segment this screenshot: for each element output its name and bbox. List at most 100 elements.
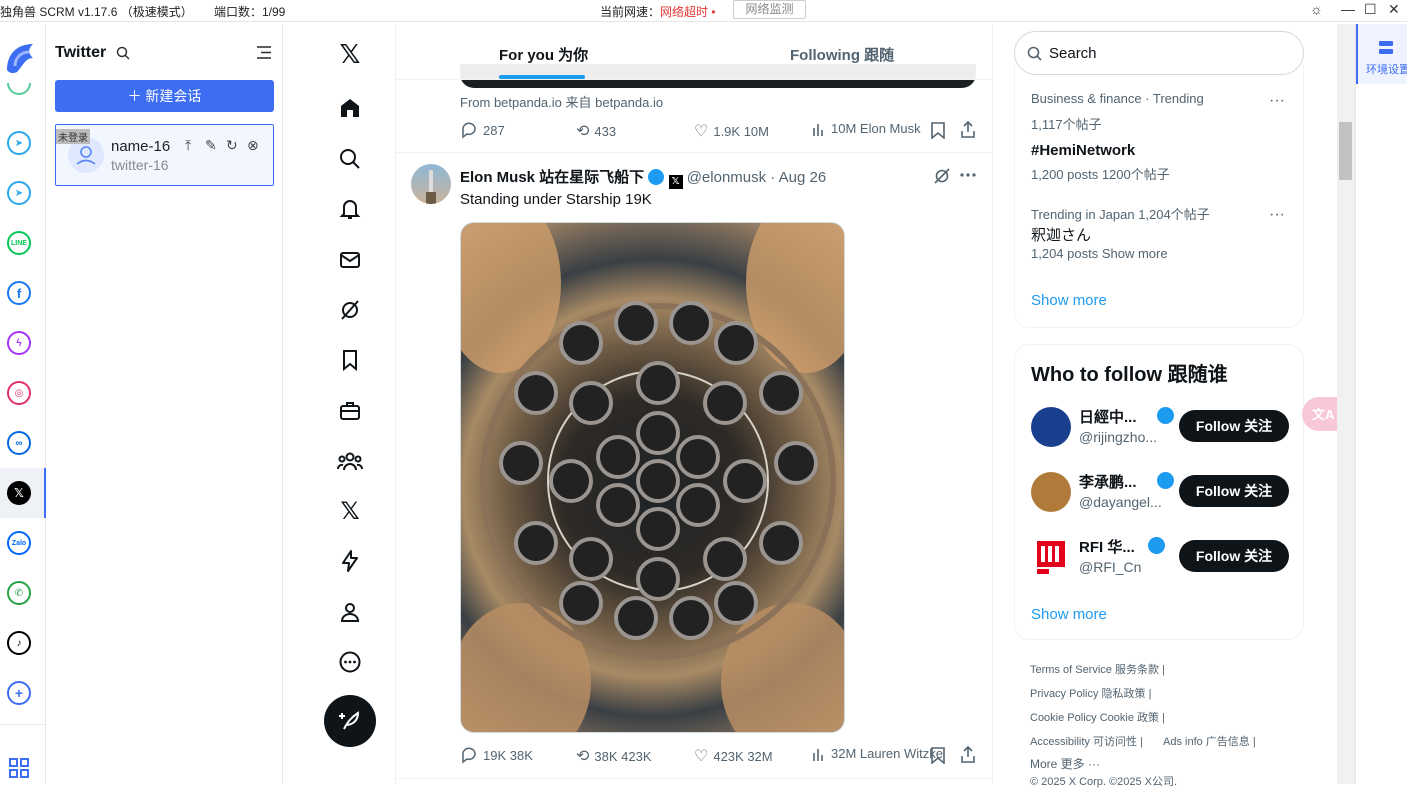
session-panel-title: Twitter (55, 44, 107, 61)
whatsapp-partial-icon[interactable] (7, 83, 31, 95)
add-app-icon[interactable]: + (7, 681, 31, 705)
author-line: Elon Musk 站在星际飞船下 𝕏 @elonmusk · Aug 26 (460, 166, 826, 189)
network-monitor-button[interactable]: 网络监测 (733, 0, 806, 19)
telegram-icon[interactable]: ➤ (7, 131, 31, 155)
reply-button[interactable]: 287 (460, 121, 505, 139)
like-button[interactable]: ♡ 1.9K 10M (694, 121, 769, 141)
zalo-icon[interactable]: Zalo (7, 531, 31, 555)
grok-icon[interactable] (336, 296, 364, 324)
trend-topic[interactable]: 釈迦さん (1031, 224, 1091, 245)
list-menu-icon[interactable] (257, 46, 271, 59)
follow-button[interactable]: Follow 关注 (1179, 410, 1289, 442)
scrollbar-thumb[interactable] (1339, 122, 1352, 180)
footer-privacy-link[interactable]: Privacy Policy 隐私政策 | (1030, 685, 1151, 701)
compose-post-button[interactable] (324, 695, 376, 747)
suggestion-avatar[interactable] (1031, 407, 1071, 447)
grok-explain-icon[interactable] (933, 167, 951, 185)
grid-menu-icon[interactable] (9, 758, 29, 778)
whatsapp-business-icon[interactable]: ✆ (7, 581, 31, 605)
author-handle-date[interactable]: @elonmusk · Aug 26 (687, 169, 826, 186)
maximize-icon[interactable]: ☐ (1364, 1, 1377, 18)
close-icon[interactable]: ✕ (1388, 1, 1400, 18)
meta-icon[interactable]: ∞ (7, 431, 31, 455)
refresh-icon[interactable]: ↻ (226, 137, 238, 154)
suggestion-avatar[interactable] (1031, 472, 1071, 512)
suggestion-avatar[interactable] (1031, 537, 1071, 577)
new-session-button[interactable]: ＋ 新建会话 (55, 80, 274, 112)
session-card[interactable]: 未登录 name-16 twitter-16 ⤒ ✎ ↻ ⊗ (55, 124, 274, 186)
tweet-photo[interactable] (460, 222, 845, 733)
trends-show-more[interactable]: Show more (1031, 292, 1107, 309)
rail-divider (0, 724, 46, 725)
follow-button[interactable]: Follow 关注 (1179, 475, 1289, 507)
reply-icon (462, 747, 476, 764)
bookmark-icon[interactable] (931, 747, 945, 764)
tweet-views-button[interactable]: 32M Lauren Witzke (812, 746, 943, 761)
trend-topic[interactable]: #HemiNetwork (1031, 142, 1135, 159)
telegram-icon[interactable]: ➤ (7, 181, 31, 205)
footer-terms-link[interactable]: Terms of Service 服务条款 | (1030, 661, 1165, 677)
search-input[interactable]: Search (1049, 45, 1097, 62)
premium-x-icon[interactable]: 𝕏 (336, 497, 364, 525)
suggestion-name[interactable]: RFI 华... (1079, 536, 1135, 557)
like-icon: ♡ (694, 748, 709, 765)
home-icon[interactable] (336, 94, 364, 122)
views-button[interactable]: 10M Elon Musk (812, 121, 921, 136)
feather-plus-icon (339, 711, 360, 730)
theme-icon[interactable]: ☼ (1310, 1, 1323, 17)
author-name[interactable]: Elon Musk 站在星际飞船下 (460, 169, 644, 186)
notifications-icon[interactable] (336, 195, 364, 223)
scrollbar[interactable] (1337, 24, 1355, 784)
messenger-icon[interactable]: ϟ (7, 331, 31, 355)
pin-top-icon[interactable]: ⤒ (185, 137, 191, 154)
environment-settings-label: 环境设置 (1366, 64, 1407, 76)
app-rail: ➤ ➤ LINE f ϟ ◎ ∞ 𝕏 Zalo ✆ ♪ + (0, 24, 47, 784)
follow-button[interactable]: Follow 关注 (1179, 540, 1289, 572)
footer-cookie-link[interactable]: Cookie Policy Cookie 政策 | (1030, 709, 1165, 725)
facebook-icon[interactable]: f (7, 281, 31, 305)
line-icon[interactable]: LINE (7, 231, 31, 255)
suggestion-name[interactable]: 李承鹏... (1079, 471, 1137, 492)
share-icon[interactable] (960, 746, 976, 763)
more-icon[interactable] (336, 648, 364, 676)
verified-badge-icon (1157, 407, 1174, 424)
close-session-icon[interactable]: ⊗ (247, 137, 259, 154)
trend-more-icon[interactable]: ··· (1269, 92, 1285, 110)
follow-show-more[interactable]: Show more (1031, 606, 1107, 623)
explore-icon[interactable] (336, 145, 364, 173)
ad-source[interactable]: From betpanda.io 来自 betpanda.io (460, 92, 663, 111)
author-avatar[interactable] (411, 164, 451, 204)
tab-for-you[interactable]: For you 为你 (499, 44, 588, 65)
x-twitter-icon[interactable]: 𝕏 (7, 481, 31, 505)
more-options-icon[interactable] (960, 172, 976, 178)
tweet-reply-button[interactable]: 19K 38K (460, 746, 533, 764)
like-count: 1.9K 10M (713, 123, 769, 139)
reply-count: 287 (483, 122, 505, 138)
verified-orgs-icon[interactable] (336, 547, 364, 575)
suggestion-name[interactable]: 日經中... (1079, 406, 1137, 427)
tab-following[interactable]: Following 跟随 (790, 44, 894, 65)
bookmark-icon[interactable] (931, 122, 945, 139)
communities-icon[interactable] (336, 447, 364, 475)
session-name: name-16 (111, 138, 171, 155)
trend-more-icon[interactable]: ··· (1269, 206, 1285, 224)
tiktok-icon[interactable]: ♪ (7, 631, 31, 655)
search-icon[interactable] (116, 46, 130, 60)
share-icon[interactable] (960, 121, 976, 138)
messages-icon[interactable] (336, 246, 364, 274)
tweet-repost-button[interactable]: ⟲ 38K 423K (576, 746, 652, 766)
bookmarks-icon[interactable] (336, 346, 364, 374)
instagram-icon[interactable]: ◎ (7, 381, 31, 405)
footer-accessibility-link[interactable]: Accessibility 可访问性 | (1030, 733, 1143, 749)
repost-button[interactable]: ⟲ 433 (576, 121, 616, 141)
environment-settings-button[interactable]: 环境设置 (1356, 24, 1407, 84)
jobs-icon[interactable] (336, 397, 364, 425)
minimize-icon[interactable]: — (1341, 1, 1355, 17)
edit-icon[interactable]: ✎ (205, 137, 217, 154)
x-logo-icon[interactable]: 𝕏 (336, 39, 364, 69)
translate-float-button[interactable]: 文A (1302, 397, 1338, 431)
footer-ads-info-link[interactable]: Ads info 广告信息 | (1163, 733, 1256, 749)
footer-more-link[interactable]: More 更多 ··· (1030, 755, 1100, 772)
profile-icon[interactable] (336, 598, 364, 626)
tweet-like-button[interactable]: ♡ 423K 32M (694, 746, 773, 766)
